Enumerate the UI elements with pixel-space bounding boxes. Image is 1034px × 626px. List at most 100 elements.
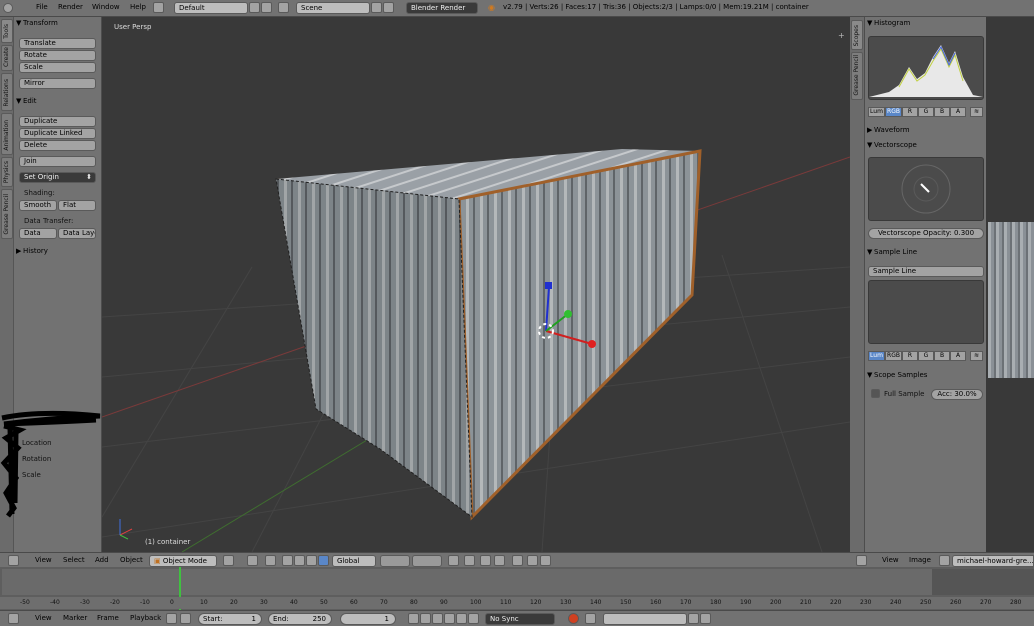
sample-line-button[interactable]: Sample Line	[868, 266, 984, 277]
timeline-editor-icon[interactable]	[8, 613, 19, 624]
channel-lum[interactable]: Lum	[868, 107, 885, 117]
properties-toggle-icon[interactable]: +	[838, 31, 845, 40]
sample-channel-r[interactable]: R	[902, 351, 918, 361]
history-panel-header[interactable]: ▶ History	[14, 246, 102, 257]
layers-grid-2[interactable]	[412, 555, 442, 567]
channel-a[interactable]: A	[950, 107, 966, 117]
sample-line-toggle[interactable]: ≋	[970, 351, 983, 361]
menu-add[interactable]: Add	[95, 556, 109, 564]
timeline-menu-playback[interactable]: Playback	[130, 614, 161, 622]
menu-render[interactable]: Render	[58, 3, 83, 11]
menu-object[interactable]: Object	[120, 556, 143, 564]
snap-element-icon[interactable]	[494, 555, 505, 566]
scene-field[interactable]: Scene	[296, 2, 370, 14]
duplicate-button[interactable]: Duplicate	[19, 116, 96, 127]
lock-range-icon[interactable]	[180, 613, 191, 624]
mode-select[interactable]: ▣ Object Mode	[149, 555, 217, 567]
mirror-button[interactable]: Mirror	[19, 78, 96, 89]
3d-viewport[interactable]: User Persp (1) container +	[102, 17, 850, 552]
jump-start-icon[interactable]	[408, 613, 419, 624]
sample-line-header[interactable]: ▼ Sample Line	[865, 247, 985, 258]
channel-rgb[interactable]: RGB	[885, 107, 902, 117]
rotate-button[interactable]: Rotate	[19, 50, 96, 61]
next-keyframe-icon[interactable]	[456, 613, 467, 624]
pivot-point-icon[interactable]	[247, 555, 258, 566]
vectorscope-opacity-slider[interactable]: Vectorscope Opacity: 0.300	[868, 228, 984, 239]
scene-icon[interactable]	[278, 2, 289, 13]
histogram-line-toggle[interactable]: ≋	[970, 107, 983, 117]
remove-layout-icon[interactable]	[261, 2, 272, 13]
menu-file[interactable]: File	[36, 3, 48, 11]
tab-physics[interactable]: Physics	[1, 157, 13, 187]
tab-animation[interactable]: Animation	[1, 113, 13, 155]
data-layout-button[interactable]: Data Layo	[58, 228, 96, 239]
delete-button[interactable]: Delete	[19, 140, 96, 151]
opengl-render-icon[interactable]	[512, 555, 523, 566]
sample-channel-lum[interactable]: Lum	[868, 351, 885, 361]
image-name-field[interactable]: michael-howard-gre...	[952, 555, 1034, 567]
end-frame-field[interactable]: End: 250	[268, 613, 332, 625]
menu-view[interactable]: View	[35, 556, 52, 564]
current-frame-field[interactable]: 1	[340, 613, 396, 625]
edit-panel-header[interactable]: ▼ Edit	[14, 96, 102, 107]
prev-keyframe-icon[interactable]	[420, 613, 431, 624]
data-button[interactable]: Data	[19, 228, 57, 239]
shade-smooth-button[interactable]: Smooth	[19, 200, 57, 211]
duplicate-linked-button[interactable]: Duplicate Linked	[19, 128, 96, 139]
sync-mode-select[interactable]: No Sync	[485, 613, 555, 625]
render-preview-icon[interactable]	[540, 555, 551, 566]
timeline-menu-marker[interactable]: Marker	[63, 614, 87, 622]
viewport-shading-icon[interactable]	[223, 555, 234, 566]
sample-channel-b[interactable]: B	[934, 351, 950, 361]
timeline-menu-frame[interactable]: Frame	[97, 614, 119, 622]
image-menu-image[interactable]: Image	[909, 556, 931, 564]
layout-icon[interactable]	[153, 2, 164, 13]
keying-set-icon[interactable]	[585, 613, 596, 624]
opengl-anim-icon[interactable]	[527, 555, 538, 566]
transform-orientation-select[interactable]: Global	[332, 555, 376, 567]
remove-scene-icon[interactable]	[383, 2, 394, 13]
scope-samples-header[interactable]: ▼ Scope Samples	[865, 370, 985, 381]
proportional-edit-icon[interactable]	[464, 555, 475, 566]
layers-grid-1[interactable]	[380, 555, 410, 567]
shade-flat-button[interactable]: Flat	[58, 200, 96, 211]
vectorscope-header[interactable]: ▼ Vectorscope	[865, 140, 985, 151]
tab-grease-pencil[interactable]: Grease Pencil	[1, 189, 13, 239]
insert-keyframe-icon[interactable]	[688, 613, 699, 624]
manipulator-active-icon[interactable]	[318, 555, 329, 566]
manipulator-toggle-icon[interactable]	[265, 555, 276, 566]
layer-lock-icon[interactable]	[448, 555, 459, 566]
channel-r[interactable]: R	[902, 107, 918, 117]
menu-select[interactable]: Select	[63, 556, 85, 564]
timeline-menu-view[interactable]: View	[35, 614, 52, 622]
tab-grease-pencil-right[interactable]: Grease Pencil	[851, 52, 863, 100]
image-menu-view[interactable]: View	[882, 556, 899, 564]
set-origin-select[interactable]: Set Origin ⬍	[19, 172, 96, 183]
sample-channel-a[interactable]: A	[950, 351, 966, 361]
tab-create[interactable]: Create	[1, 45, 13, 71]
scale-manipulator-icon[interactable]	[306, 555, 317, 566]
tab-scopes[interactable]: Scopes	[851, 20, 863, 50]
screen-layout-field[interactable]: Default	[174, 2, 248, 14]
container-object[interactable]	[275, 149, 702, 521]
add-layout-icon[interactable]	[249, 2, 260, 13]
translate-button[interactable]: Translate	[19, 38, 96, 49]
scale-button[interactable]: Scale	[19, 62, 96, 73]
sample-channel-g[interactable]: G	[918, 351, 934, 361]
play-reverse-icon[interactable]	[432, 613, 443, 624]
auto-keying-icon[interactable]	[568, 613, 579, 624]
menu-window[interactable]: Window	[92, 3, 120, 11]
tab-relations[interactable]: Relations	[1, 73, 13, 111]
preview-range-icon[interactable]	[166, 613, 177, 624]
snap-icon[interactable]	[480, 555, 491, 566]
delete-keyframe-icon[interactable]	[700, 613, 711, 624]
transform-panel-header[interactable]: ▼ Transform	[14, 18, 102, 29]
accuracy-slider[interactable]: Acc: 30.0%	[931, 389, 983, 400]
keying-set-field[interactable]	[603, 613, 687, 625]
image-editor-type-icon[interactable]	[856, 555, 867, 566]
channel-b[interactable]: B	[934, 107, 950, 117]
jump-end-icon[interactable]	[468, 613, 479, 624]
render-engine-select[interactable]: Blender Render	[406, 2, 478, 14]
sample-channel-rgb[interactable]: RGB	[885, 351, 902, 361]
image-editor-view[interactable]	[986, 17, 1034, 552]
